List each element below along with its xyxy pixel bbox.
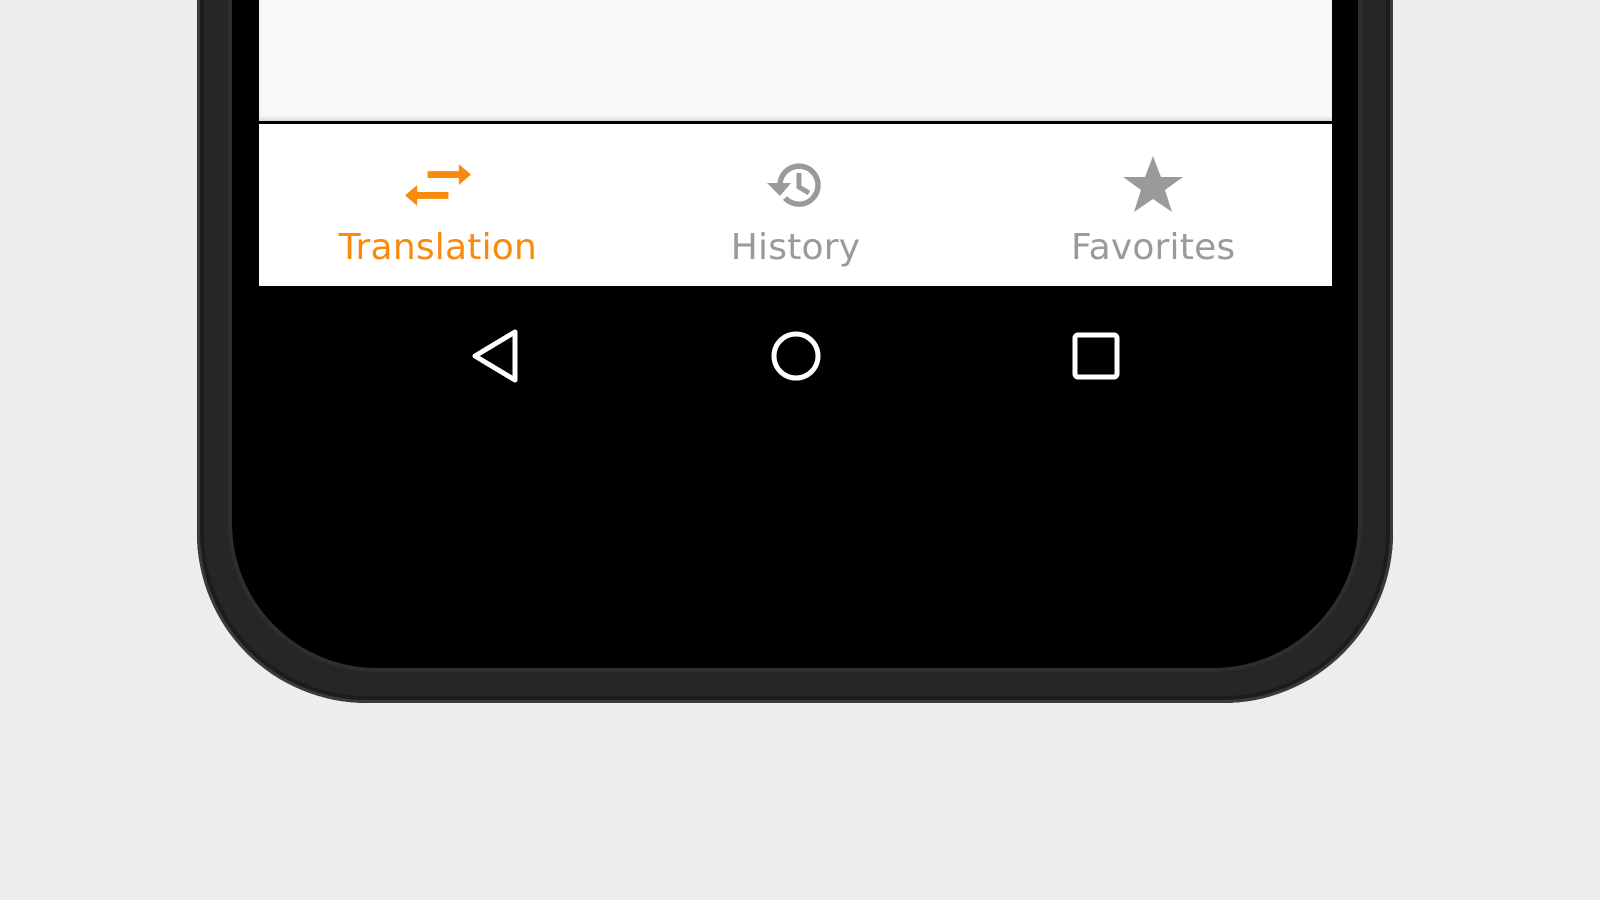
tab-favorites-label: Favorites: [1070, 227, 1236, 268]
recents-square-icon[interactable]: [1066, 326, 1126, 386]
system-navigation-bar: [259, 286, 1332, 426]
tab-translation[interactable]: Translation: [259, 124, 617, 286]
star-icon: [1120, 152, 1186, 218]
home-circle-icon[interactable]: [766, 326, 826, 386]
bottom-navigation-bar: Translation History Favorites: [259, 124, 1332, 286]
back-triangle-icon[interactable]: [467, 326, 527, 386]
tab-history[interactable]: History: [617, 124, 975, 286]
swap-arrows-icon: [404, 152, 471, 218]
app-content-area: [259, 0, 1332, 121]
tab-favorites[interactable]: Favorites: [974, 124, 1332, 286]
tab-history-label: History: [730, 227, 861, 268]
tab-translation-label: Translation: [338, 227, 538, 268]
history-icon: [763, 152, 829, 218]
